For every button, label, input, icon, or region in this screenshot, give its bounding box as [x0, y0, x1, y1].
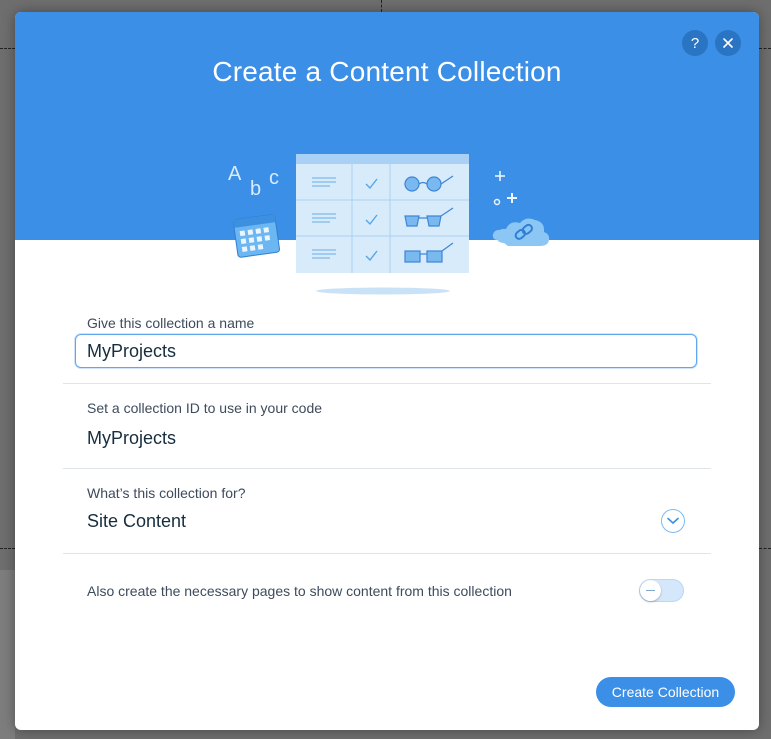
table-shadow: [316, 287, 450, 295]
help-button[interactable]: ?: [682, 30, 708, 56]
divider: [63, 383, 711, 384]
collection-id-value[interactable]: MyProjects: [87, 428, 176, 449]
guide-line: [0, 48, 15, 49]
calendar-icon: [232, 214, 280, 258]
purpose-dropdown-button[interactable]: [661, 509, 685, 533]
code-panel-edge: [0, 570, 15, 739]
divider: [63, 553, 711, 554]
collection-illustration: A b c: [228, 154, 550, 295]
dialog-title: Create a Content Collection: [212, 56, 562, 87]
letter-c: c: [269, 167, 279, 189]
divider: [63, 468, 711, 469]
guide-line: [759, 48, 771, 49]
table-grid-icon: [296, 154, 469, 273]
id-field-label: Set a collection ID to use in your code: [87, 400, 323, 416]
cloud-link-icon: [492, 218, 550, 246]
letter-a: A: [228, 163, 242, 185]
pages-toggle-label: Also create the necessary pages to show …: [87, 583, 512, 599]
chevron-down-icon: [667, 512, 679, 530]
purpose-field-label: What’s this collection for?: [87, 485, 246, 501]
close-icon: [723, 38, 733, 48]
create-collection-button[interactable]: Create Collection: [596, 677, 735, 707]
help-icon: ?: [690, 34, 700, 52]
guide-line: [0, 548, 15, 549]
collection-name-input[interactable]: [75, 334, 697, 368]
guide-line: [381, 0, 382, 12]
sparkle-plus-icon: [493, 171, 517, 206]
guide-line: [759, 548, 771, 549]
create-collection-dialog: Create a Content Collection ? A b c Give…: [15, 12, 759, 730]
name-field-label: Give this collection a name: [87, 315, 255, 331]
letter-b: b: [250, 178, 261, 200]
toggle-knob: [640, 580, 661, 601]
purpose-select-value[interactable]: Site Content: [87, 511, 186, 532]
create-pages-toggle[interactable]: [639, 579, 684, 602]
close-button[interactable]: [715, 30, 741, 56]
minus-icon: [646, 589, 655, 592]
